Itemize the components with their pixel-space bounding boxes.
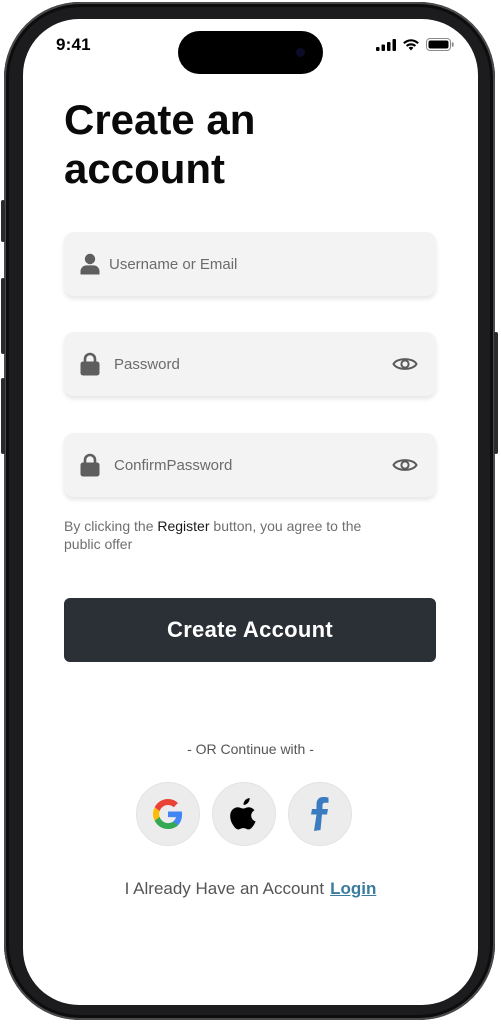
username-input[interactable] [109, 232, 379, 296]
front-camera [296, 48, 305, 57]
google-login-button[interactable] [136, 782, 200, 846]
facebook-icon [311, 797, 329, 831]
power-button [494, 332, 498, 454]
password-field[interactable] [64, 332, 436, 396]
or-continue-divider: - OR Continue with - [187, 741, 314, 757]
lock-icon [80, 352, 100, 376]
wifi-icon [403, 39, 419, 51]
create-account-button[interactable]: Create Account [64, 598, 436, 662]
app-screen: 9:41 Create an account Username or Email… [23, 19, 478, 1005]
apple-icon [230, 798, 256, 830]
eye-icon[interactable] [392, 456, 418, 474]
user-icon [80, 253, 100, 275]
page-title-line-1: Create an [64, 96, 256, 143]
agreement-prefix: By clicking the [64, 518, 158, 534]
eye-icon[interactable] [392, 355, 418, 373]
login-prompt-text: I Already Have an Account [124, 879, 325, 898]
username-field[interactable] [64, 232, 436, 296]
login-link[interactable]: Login [330, 879, 376, 898]
volume-up-button [1, 278, 5, 354]
page-title-line-2: account [64, 145, 226, 192]
google-icon [153, 799, 183, 829]
apple-login-button[interactable] [212, 782, 276, 846]
agreement-text: By clicking the Register button, you agr… [64, 517, 384, 553]
social-login-row [136, 782, 352, 846]
cellular-signal-icon [376, 38, 396, 51]
page-title: Create an account [64, 95, 404, 193]
login-prompt-row: I Already Have an Account Login [23, 879, 478, 899]
battery-icon [426, 38, 454, 51]
mute-switch [1, 200, 5, 242]
agreement-register-highlight: Register [157, 518, 210, 534]
volume-down-button [1, 378, 5, 454]
password-input[interactable] [114, 332, 384, 396]
dynamic-island [178, 31, 323, 74]
lock-icon [80, 453, 100, 477]
status-time: 9:41 [56, 35, 91, 54]
confirm-password-field[interactable] [64, 433, 436, 497]
status-icons [376, 38, 454, 51]
facebook-login-button[interactable] [288, 782, 352, 846]
confirm-password-input[interactable] [114, 433, 384, 497]
